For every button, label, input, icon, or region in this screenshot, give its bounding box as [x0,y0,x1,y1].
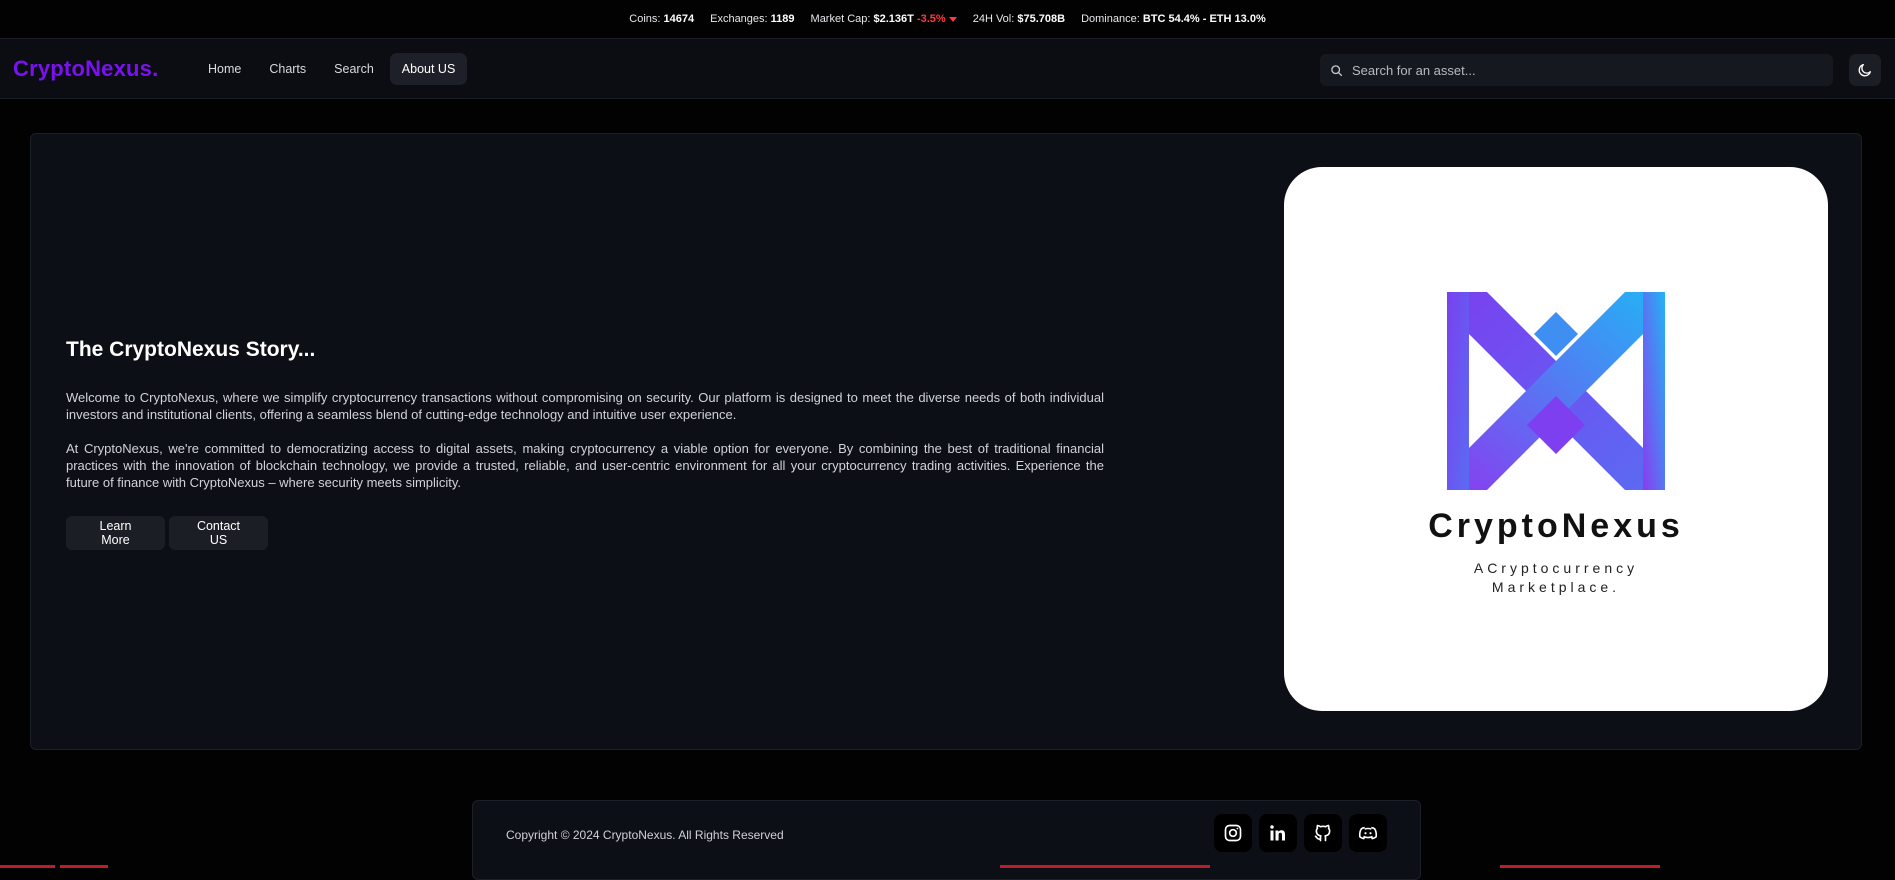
dominance-stat: Dominance: BTC 54.4% - ETH 13.0% [1081,13,1266,25]
nav-about-us[interactable]: About US [389,53,468,85]
exchanges-value: 1189 [770,13,795,25]
stats-ticker: Coins: 14674 Exchanges: 1189 Market Cap:… [0,0,1895,38]
cryptonexus-logo-image: CryptoNexus ACryptocurrency Marketplace. [1284,167,1828,711]
discord-link[interactable] [1349,814,1387,852]
instagram-link[interactable] [1214,814,1252,852]
discord-icon [1358,826,1378,840]
dominance-value: BTC 54.4% - ETH 13.0% [1142,13,1266,25]
search-input[interactable] [1350,61,1814,79]
nav-home[interactable]: Home [196,53,253,85]
market-cap-value: $2.136T [873,13,914,25]
coins-stat: Coins: 14674 [629,13,694,25]
exchanges-label: Exchanges: [710,13,768,25]
social-links [1214,814,1387,852]
brand-logo[interactable]: CryptoNexus. [13,56,158,82]
page-title: The CryptoNexus Story... [66,338,316,361]
instagram-icon [1224,824,1242,842]
search-icon [1331,64,1343,76]
market-cap-stat: Market Cap: $2.136T -3.5% [811,13,957,25]
footer: Copyright © 2024 CryptoNexus. All Rights… [472,800,1421,880]
exchanges-stat: Exchanges: 1189 [710,13,794,25]
github-icon [1314,824,1331,842]
linkedin-icon [1270,825,1285,841]
nav-links: Home Charts Search About US [196,53,468,85]
moon-icon [1858,64,1871,77]
caret-down-icon [948,16,957,22]
coins-label: Coins: [629,13,661,25]
about-paragraph-2: At CryptoNexus, we're committed to democ… [66,441,1104,490]
logo-name-text: CryptoNexus [1428,507,1684,545]
logo-tagline-text: ACryptocurrency Marketplace. [1473,560,1639,595]
theme-toggle-button[interactable] [1849,54,1881,86]
about-card: The CryptoNexus Story... Welcome to Cryp… [30,133,1862,750]
about-paragraph-1: Welcome to CryptoNexus, where we simplif… [66,390,1104,422]
dominance-label: Dominance: [1081,13,1140,25]
navbar: CryptoNexus. Home Charts Search About US [0,38,1895,99]
market-cap-label: Market Cap: [810,13,871,25]
coins-value: 14674 [663,13,695,25]
volume-label: 24H Vol: [972,13,1015,25]
market-cap-change: -3.5% [916,13,946,25]
nav-search[interactable]: Search [322,53,386,85]
search-bar[interactable] [1320,54,1833,86]
copyright-text: Copyright © 2024 CryptoNexus. All Rights… [506,828,784,842]
nav-charts[interactable]: Charts [257,53,318,85]
learn-more-button[interactable]: Learn More [66,516,165,550]
linkedin-link[interactable] [1259,814,1297,852]
contact-us-button[interactable]: Contact US [169,516,268,550]
cryptonexus-emblem-icon [1447,292,1665,490]
volume-stat: 24H Vol: $75.708B [973,13,1065,25]
github-link[interactable] [1304,814,1342,852]
volume-value: $75.708B [1017,13,1066,25]
